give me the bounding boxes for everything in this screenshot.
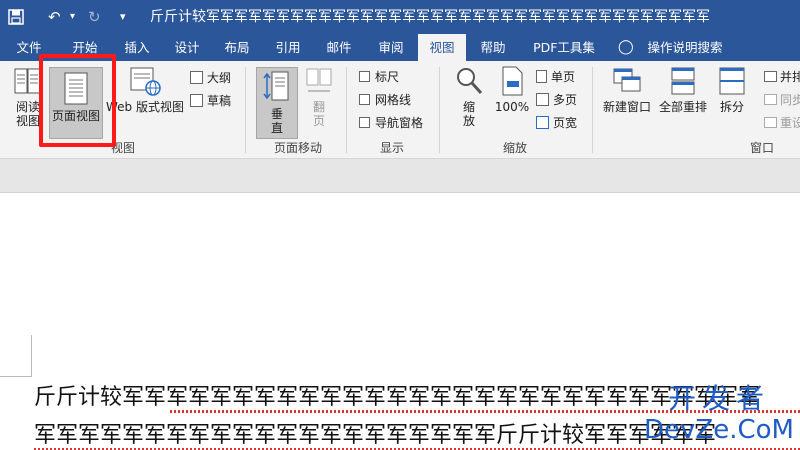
window-title: 斤斤计较军军军军军军军军军军军军军军军军军军军军军军军军军军军军军军军军军军军军 bbox=[150, 9, 710, 25]
multiple-pages-icon bbox=[536, 93, 549, 106]
window-group-label: 窗口 bbox=[749, 141, 774, 155]
ruler-label: 标尺 bbox=[375, 70, 400, 84]
side-by-side-label: 并排 bbox=[780, 70, 800, 84]
ruler-checkbox[interactable]: 标尺 bbox=[359, 69, 399, 85]
tab-pdf-tools[interactable]: PDF工具集 bbox=[524, 34, 604, 61]
one-page-button[interactable]: 单页 bbox=[536, 69, 575, 85]
tab-mailings[interactable]: 邮件 bbox=[316, 34, 362, 61]
draft-icon bbox=[190, 94, 203, 107]
web-layout-label: Web 版式视图 bbox=[106, 100, 184, 114]
navigation-pane-label: 导航窗格 bbox=[375, 116, 424, 130]
document-top-strip bbox=[0, 159, 800, 193]
lightbulb-icon: ◯ bbox=[618, 39, 634, 55]
new-window-button[interactable]: 新建窗口 bbox=[600, 65, 654, 114]
customize-qa-dropdown-icon[interactable]: ▾ bbox=[120, 8, 126, 26]
magnifier-icon bbox=[457, 68, 483, 95]
tab-view[interactable]: 视图 bbox=[418, 34, 466, 61]
reset-position-label: 重设 bbox=[780, 116, 800, 130]
split-label: 拆分 bbox=[719, 100, 744, 114]
side-to-side-button[interactable]: 翻 页 bbox=[302, 65, 336, 128]
undo-icon[interactable]: ↶ bbox=[48, 8, 61, 26]
multiple-pages-button[interactable]: 多页 bbox=[536, 92, 577, 108]
web-layout-icon bbox=[130, 67, 161, 96]
view-side-by-side-button[interactable]: 并排 bbox=[764, 69, 800, 85]
draft-label: 草稿 bbox=[207, 94, 232, 108]
split-icon bbox=[719, 67, 745, 95]
split-button[interactable]: 拆分 bbox=[714, 65, 750, 114]
web-layout-button[interactable]: Web 版式视图 bbox=[104, 65, 186, 114]
reset-window-position-button[interactable]: 重设 bbox=[764, 115, 800, 131]
page-width-label: 页宽 bbox=[553, 116, 578, 130]
arrange-all-button[interactable]: 全部重排 bbox=[656, 65, 710, 114]
sync-scroll-label: 同步 bbox=[780, 93, 800, 107]
save-icon[interactable] bbox=[8, 9, 24, 25]
arrange-all-label: 全部重排 bbox=[658, 100, 707, 114]
zoom-button[interactable]: 缩 放 bbox=[452, 65, 486, 128]
arrange-all-icon bbox=[671, 67, 695, 95]
draft-button[interactable]: 草稿 bbox=[190, 93, 231, 109]
highlight-box bbox=[39, 54, 116, 147]
group-divider bbox=[346, 67, 347, 153]
gridlines-checkbox[interactable]: 网格线 bbox=[359, 92, 411, 108]
zoom-100-label: 100% bbox=[494, 100, 530, 114]
vertical-scroll-icon bbox=[263, 71, 289, 101]
outline-label: 大纲 bbox=[207, 71, 232, 85]
tab-references[interactable]: 引用 bbox=[265, 34, 311, 61]
page-margin-marker bbox=[0, 335, 32, 377]
group-divider bbox=[439, 67, 440, 153]
navigation-pane-checkbox-box[interactable] bbox=[359, 117, 370, 128]
navigation-pane-checkbox[interactable]: 导航窗格 bbox=[359, 115, 423, 131]
show-group-label: 显示 bbox=[379, 141, 404, 155]
zoom-label: 缩 放 bbox=[462, 100, 475, 128]
gridlines-label: 网格线 bbox=[375, 93, 412, 107]
zoom-100-button[interactable]: 100% bbox=[492, 65, 532, 114]
watermark-top-text: 开发者 bbox=[668, 382, 771, 415]
ribbon-tabs: 文件 开始 插入 设计 布局 引用 邮件 审阅 视图 帮助 PDF工具集 ◯ 操… bbox=[0, 34, 800, 61]
ruler-checkbox-box[interactable] bbox=[359, 71, 370, 82]
multiple-pages-label: 多页 bbox=[553, 93, 578, 107]
page-width-button[interactable]: 页宽 bbox=[536, 115, 577, 131]
new-window-label: 新建窗口 bbox=[602, 100, 651, 114]
tell-me-search[interactable]: 操作说明搜索 bbox=[640, 34, 730, 61]
title-bar: ↶ ▾ ↻ ▾ 斤斤计较军军军军军军军军军军军军军军军军军军军军军军军军军军军军… bbox=[0, 0, 800, 34]
reset-position-icon bbox=[764, 117, 777, 128]
watermark-logo: 开发者 DevZe.CoM bbox=[644, 382, 794, 446]
tab-help[interactable]: 帮助 bbox=[470, 34, 516, 61]
one-page-icon bbox=[536, 70, 547, 83]
outline-button[interactable]: 大纲 bbox=[190, 70, 231, 86]
side-to-side-label: 翻 页 bbox=[312, 100, 325, 128]
zoom-100-icon bbox=[502, 66, 523, 96]
outline-icon bbox=[190, 71, 203, 84]
sync-scroll-button[interactable]: 同步 bbox=[764, 92, 800, 108]
side-to-side-icon bbox=[306, 68, 332, 92]
tab-design[interactable]: 设计 bbox=[164, 34, 210, 61]
ribbon-panel: 阅读 视图 页面视图 Web 版式视图 大纲 草稿 视图 垂 直 翻 页 页面移… bbox=[0, 61, 800, 159]
vertical-button[interactable]: 垂 直 bbox=[256, 67, 298, 139]
side-by-side-icon bbox=[764, 71, 777, 82]
page-width-icon bbox=[536, 116, 549, 129]
undo-dropdown-icon[interactable]: ▾ bbox=[70, 8, 75, 26]
group-divider bbox=[592, 67, 593, 153]
one-page-label: 单页 bbox=[551, 70, 576, 84]
vertical-label: 垂 直 bbox=[270, 107, 283, 135]
page-movement-group-label: 页面移动 bbox=[273, 141, 322, 155]
redo-icon[interactable]: ↻ bbox=[88, 8, 101, 26]
tab-review[interactable]: 审阅 bbox=[368, 34, 414, 61]
zoom-group-label: 缩放 bbox=[502, 141, 527, 155]
tab-layout[interactable]: 布局 bbox=[214, 34, 260, 61]
watermark-bottom-text: DevZe.CoM bbox=[644, 415, 794, 445]
tab-insert[interactable]: 插入 bbox=[114, 34, 160, 61]
gridlines-checkbox-box[interactable] bbox=[359, 94, 370, 105]
sync-scroll-icon bbox=[764, 94, 777, 105]
group-divider bbox=[245, 67, 246, 153]
new-window-icon bbox=[613, 68, 641, 92]
